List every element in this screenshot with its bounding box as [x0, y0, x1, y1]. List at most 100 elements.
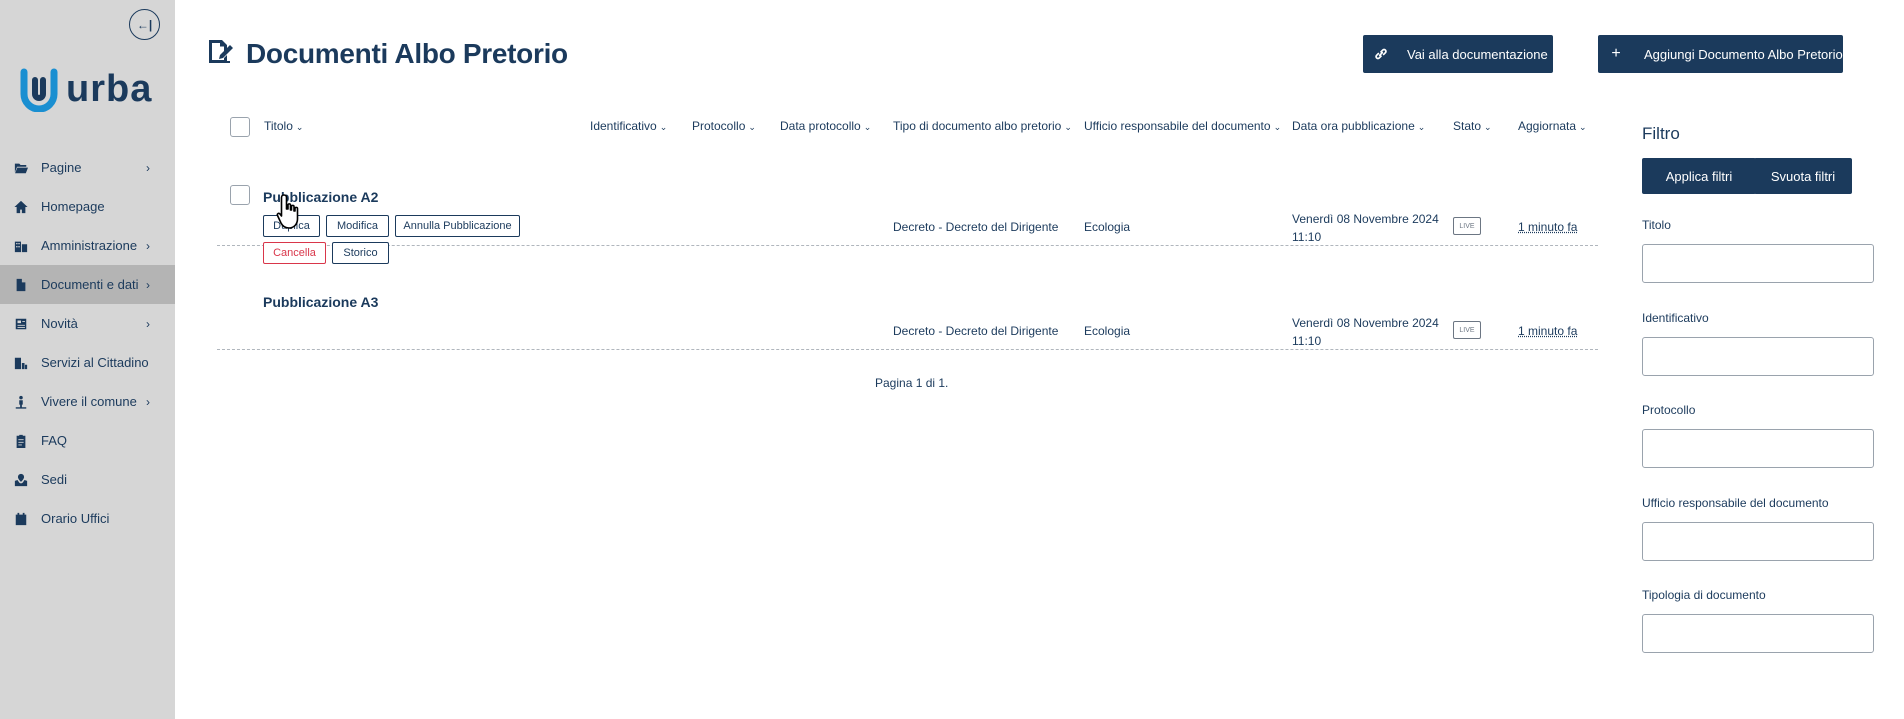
- column-header-identificativo[interactable]: Identificativo ⌄: [590, 119, 667, 133]
- chevron-down-icon: ⌄: [863, 122, 872, 132]
- chevron-down-icon: ⌄: [1579, 122, 1587, 132]
- filter-label-tipologia: Tipologia di documento: [1642, 588, 1766, 602]
- collapse-sidebar-button[interactable]: ←|: [129, 9, 160, 40]
- collapse-icon: ←|: [136, 17, 153, 32]
- tipo-documento-cell: Decreto - Decreto del Dirigente: [893, 324, 1059, 338]
- sidebar-item-label: Orario Uffici: [41, 511, 110, 526]
- documents-table: Titolo ⌄ Identificativo ⌄ Protocollo ⌄ Data…: [217, 112, 1598, 350]
- sidebar-item-amministrazione[interactable]: Amministrazione ›: [0, 226, 175, 265]
- data-pubblicazione-cell: Venerdì 08 Novembre 2024 11:10: [1292, 316, 1439, 348]
- filter-label-identificativo: Identificativo: [1642, 311, 1709, 325]
- filter-label-protocollo: Protocollo: [1642, 403, 1696, 417]
- sidebar-nav: Pagine › Homepage Amministrazione › Docu…: [0, 148, 175, 538]
- column-header-tipo-documento[interactable]: Tipo di documento albo pretorio ⌄: [893, 119, 1072, 133]
- newspaper-icon: [14, 317, 28, 331]
- sidebar-item-sedi[interactable]: Sedi: [0, 460, 175, 499]
- map-location-icon: [14, 473, 28, 487]
- sidebar-item-label: Documenti e dati: [41, 277, 139, 292]
- updated-cell[interactable]: 1 minuto fa: [1518, 218, 1577, 236]
- sidebar-item-label: Vivere il comune: [41, 394, 137, 409]
- documentation-button-label: Vai alla documentazione: [1407, 46, 1548, 62]
- filter-panel: Filtro Applica filtri Svuota filtri Tito…: [1642, 124, 1874, 653]
- add-document-button-label: Aggiungi Documento Albo Pretorio: [1644, 46, 1843, 62]
- filter-label-ufficio: Ufficio responsabile del documento: [1642, 496, 1829, 510]
- clear-filters-button[interactable]: Svuota filtri: [1754, 158, 1852, 194]
- urba-logo-icon: [20, 68, 58, 112]
- sidebar-item-label: Servizi al Cittadino: [41, 355, 149, 370]
- filter-label-titolo: Titolo: [1642, 218, 1671, 232]
- chevron-right-icon: ›: [146, 395, 150, 409]
- sidebar-item-documenti-e-dati[interactable]: Documenti e dati ›: [0, 265, 175, 304]
- sidebar-item-pagine[interactable]: Pagine ›: [0, 148, 175, 187]
- file-icon: [14, 278, 28, 292]
- sidebar-item-label: Sedi: [41, 472, 68, 487]
- filter-ufficio-input[interactable]: [1642, 522, 1874, 561]
- sidebar-item-label: Pagine: [41, 160, 82, 175]
- sidebar-item-faq[interactable]: FAQ: [0, 421, 175, 460]
- filter-title: Filtro: [1642, 124, 1680, 143]
- table-row: Pubblicazione A2 Duplica Modifica Annull…: [217, 142, 1598, 264]
- column-header-aggiornata[interactable]: Aggiornata ⌄: [1518, 119, 1587, 133]
- ufficio-cell: Ecologia: [1084, 220, 1131, 234]
- page-title: Documenti Albo Pretorio: [246, 37, 568, 69]
- sidebar-item-vivere-il-comune[interactable]: Vivere il comune ›: [0, 382, 175, 421]
- chevron-down-icon: ⌄: [1417, 122, 1426, 132]
- clipboard-icon: [14, 434, 28, 448]
- chevron-down-icon: ⌄: [748, 122, 756, 132]
- column-header-protocollo[interactable]: Protocollo ⌄: [692, 119, 756, 133]
- row-title[interactable]: Pubblicazione A3: [263, 294, 378, 310]
- duplicate-button[interactable]: Duplica: [263, 215, 320, 237]
- sidebar-item-orario-uffici[interactable]: Orario Uffici: [0, 499, 175, 538]
- table-header: Titolo ⌄ Identificativo ⌄ Protocollo ⌄ Data…: [217, 112, 1598, 142]
- status-badge: LIVE: [1453, 217, 1481, 235]
- updated-cell[interactable]: 1 minuto fa: [1518, 322, 1577, 340]
- sidebar-item-label: Novità: [41, 316, 78, 331]
- home-icon: [14, 200, 28, 214]
- sidebar-item-homepage[interactable]: Homepage: [0, 187, 175, 226]
- column-header-data-protocollo[interactable]: Data protocollo ⌄: [780, 119, 871, 133]
- calendar-icon: [14, 512, 28, 526]
- filter-identificativo-input[interactable]: [1642, 337, 1874, 376]
- chevron-right-icon: ›: [146, 161, 150, 175]
- filter-titolo-input[interactable]: [1642, 244, 1874, 283]
- select-all-checkbox[interactable]: [230, 117, 250, 137]
- building-icon: [14, 239, 28, 253]
- edit-button[interactable]: Modifica: [326, 215, 389, 237]
- sidebar: ←| urba Pagine › Homepage Amministrazion…: [0, 0, 175, 719]
- plus-icon: +: [1611, 45, 1621, 62]
- cancel-publication-button[interactable]: Annulla Pubblicazione: [395, 215, 520, 237]
- chevron-down-icon: ⌄: [295, 122, 304, 132]
- pagination-text: Pagina 1 di 1.: [875, 376, 949, 390]
- add-document-button[interactable]: + Aggiungi Documento Albo Pretorio: [1598, 35, 1843, 73]
- page-header: Documenti Albo Pretorio: [206, 37, 568, 70]
- table-row: Pubblicazione A3 Decreto - Decreto del D…: [217, 246, 1598, 350]
- chevron-down-icon: ⌄: [1484, 122, 1492, 132]
- documentation-button[interactable]: Vai alla documentazione: [1363, 35, 1553, 73]
- data-pubblicazione-cell: Venerdì 08 Novembre 2024 11:10: [1292, 212, 1439, 244]
- column-header-ufficio-responsabile[interactable]: Ufficio responsabile del documento ⌄: [1084, 119, 1281, 133]
- column-header-titolo[interactable]: Titolo ⌄: [264, 119, 303, 133]
- chevron-down-icon: ⌄: [1273, 122, 1282, 132]
- apply-filters-button[interactable]: Applica filtri: [1642, 158, 1756, 194]
- column-header-stato[interactable]: Stato ⌄: [1453, 119, 1492, 133]
- tipo-documento-cell: Decreto - Decreto del Dirigente: [893, 220, 1059, 234]
- file-signature-icon: [206, 37, 234, 70]
- logo[interactable]: urba: [18, 66, 152, 112]
- logo-text: urba: [66, 68, 153, 110]
- ufficio-cell: Ecologia: [1084, 324, 1131, 338]
- filter-tipologia-input[interactable]: [1642, 614, 1874, 653]
- row-title[interactable]: Pubblicazione A2: [263, 189, 378, 205]
- sidebar-item-servizi-al-cittadino[interactable]: Servizi al Cittadino: [0, 343, 175, 382]
- chevron-down-icon: ⌄: [1064, 122, 1072, 132]
- sidebar-item-label: Homepage: [41, 199, 105, 214]
- chevron-right-icon: ›: [146, 317, 150, 331]
- chevron-right-icon: ›: [146, 239, 150, 253]
- filter-protocollo-input[interactable]: [1642, 429, 1874, 468]
- sidebar-item-label: Amministrazione: [41, 238, 138, 253]
- chevron-right-icon: ›: [146, 278, 150, 292]
- chevron-down-icon: ⌄: [659, 122, 668, 132]
- row-checkbox[interactable]: [230, 185, 250, 205]
- column-header-data-ora-pubblicazione[interactable]: Data ora pubblicazione ⌄: [1292, 119, 1425, 133]
- sidebar-item-novita[interactable]: Novità ›: [0, 304, 175, 343]
- link-icon: [1363, 47, 1399, 61]
